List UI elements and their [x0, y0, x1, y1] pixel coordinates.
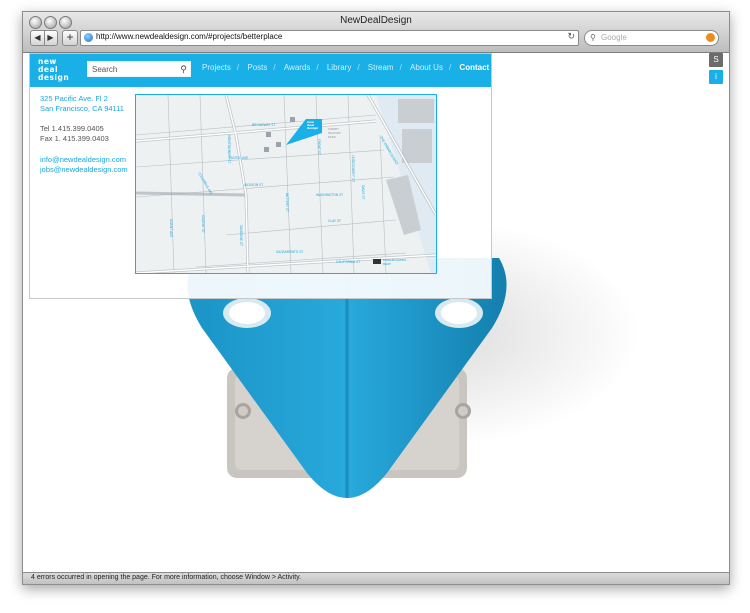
street-label-battery: BATTERY ST — [285, 193, 289, 212]
building-block — [398, 99, 434, 123]
page-content: new deal design ⚲ Projects / Posts / Award… — [23, 53, 729, 572]
street-label-jackson: JACKSON ST — [243, 183, 263, 187]
title-bar: NewDealDesign ◀ ▶ + http://www.newdealde… — [23, 12, 729, 53]
parking-marker — [266, 132, 271, 137]
logo-line-3: design — [38, 73, 70, 82]
status-bar: 4 errors occurred in opening the page. F… — [23, 572, 729, 584]
address-line-2: San Francisco, CA 94111 — [40, 103, 124, 113]
fax-number: Fax 1. 415.399.0403 — [40, 133, 109, 143]
contact-panel: new deal design ⚲ Projects / Posts / Award… — [29, 53, 492, 299]
street-label-kearny: KEARNY ST — [201, 215, 205, 233]
address-line-1: 325 Pacific Ave. Fl 2 — [40, 94, 108, 103]
reload-icon[interactable]: ↻ — [567, 31, 575, 42]
nav-library[interactable]: Library — [327, 63, 351, 72]
nav-projects[interactable]: Projects — [202, 63, 231, 72]
street-label-davis: DAVIS ST — [361, 185, 365, 200]
side-button-s[interactable]: S — [709, 53, 723, 67]
google-search-placeholder: Google — [601, 33, 627, 42]
street-label-montgomery: MONTGOMERY ST — [227, 135, 231, 163]
street-label-california: CALIFORNIA ST — [336, 260, 360, 264]
building-block — [402, 129, 432, 163]
station-label-line-2: BART — [383, 262, 391, 266]
nav-contact[interactable]: Contact — [459, 63, 489, 72]
nav-awards[interactable]: Awards — [284, 63, 311, 72]
nav-separator: / — [448, 63, 452, 72]
nav-separator: / — [357, 63, 360, 72]
contact-phone: Tel 1.415.399.0405 Fax 1. 415.399.0403 — [40, 124, 109, 143]
street-label-washington: WASHINGTON ST — [316, 193, 343, 197]
main-nav: Projects / Posts / Awards / Library / Stream… — [202, 63, 495, 75]
site-logo[interactable]: new deal design — [38, 58, 70, 82]
back-arrow-icon[interactable]: ◀ — [31, 31, 45, 45]
street-label-grant: GRANT AVE — [169, 219, 173, 237]
search-icon[interactable]: ⚲ — [180, 62, 187, 76]
street-label-front: FRONT ST — [317, 139, 321, 155]
info-icon[interactable]: i — [709, 70, 723, 84]
marker-logo-line-3: design — [307, 126, 318, 130]
snapback-icon[interactable] — [706, 33, 715, 42]
email-jobs-link[interactable]: jobs@newdealdesign.com — [40, 165, 128, 175]
plus-icon[interactable]: + — [62, 30, 78, 46]
email-info-link[interactable]: info@newdealdesign.com — [40, 155, 128, 165]
nav-separator: / — [236, 63, 240, 72]
nav-about-us[interactable]: About Us — [410, 63, 443, 72]
park-label-line-3: PARK — [328, 135, 337, 139]
street-label-sacramento: SACRAMENTO ST — [276, 250, 303, 254]
history-buttons: ◀ ▶ — [30, 30, 58, 46]
contact-address: 325 Pacific Ave. Fl 2 San Francisco, CA … — [40, 94, 124, 113]
contact-emails: info@newdealdesign.com jobs@newdealdesig… — [40, 155, 128, 174]
street-label-clay: CLAY ST — [328, 219, 341, 223]
nav-stream[interactable]: Stream — [368, 63, 394, 72]
site-search-input[interactable] — [92, 63, 172, 75]
nav-separator: / — [316, 63, 319, 72]
nav-separator: / — [399, 63, 402, 72]
street-label-broadway: BROADWAY ST — [252, 123, 275, 127]
globe-icon — [84, 33, 93, 42]
status-text: 4 errors occurred in opening the page. F… — [31, 574, 302, 581]
parking-marker — [290, 117, 295, 122]
address-url[interactable]: http://www.newdealdesign.com/#projects/b… — [96, 32, 282, 41]
google-search-field[interactable]: ⚲ Google — [584, 30, 719, 46]
street-label-sansome: SANSOME ST — [239, 225, 243, 246]
parking-marker — [264, 147, 269, 152]
site-search: ⚲ — [87, 61, 191, 77]
site-header: new deal design ⚲ Projects / Posts / Award… — [30, 54, 491, 87]
tel-number: Tel 1.415.399.0405 — [40, 124, 104, 133]
parking-marker — [276, 142, 281, 147]
browser-window: NewDealDesign ◀ ▶ + http://www.newdealde… — [22, 11, 730, 585]
bart-station-icon — [373, 259, 381, 264]
location-map[interactable]: new deal design BROADWAY ST PACIFIC AVE … — [135, 94, 437, 274]
street-label-leidesdorff: LEIDESDORFF ST — [351, 155, 355, 182]
address-bar[interactable]: http://www.newdealdesign.com/#projects/b… — [80, 30, 579, 46]
search-icon: ⚲ — [590, 33, 596, 42]
forward-arrow-icon[interactable]: ▶ — [44, 31, 57, 45]
nav-separator: / — [273, 63, 276, 72]
window-title: NewDealDesign — [340, 15, 412, 26]
nav-posts[interactable]: Posts — [247, 63, 267, 72]
